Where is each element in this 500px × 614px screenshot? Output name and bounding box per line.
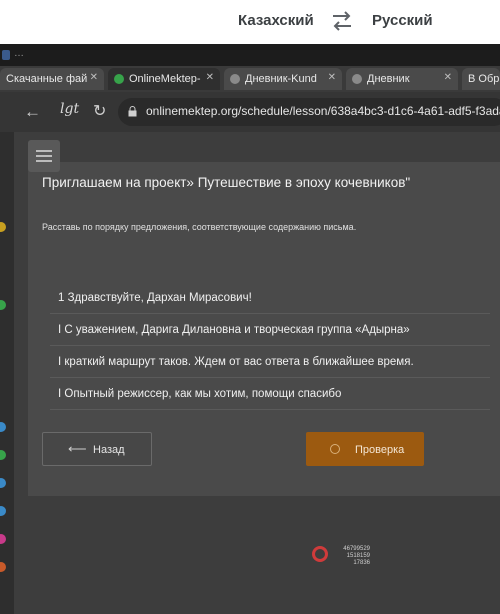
tab-label: Скачанные фай <box>6 73 88 85</box>
status-strip <box>0 44 500 66</box>
hamburger-line <box>36 160 52 162</box>
answer-item[interactable]: 1 Здравствуйте, Дархан Мирасович! <box>50 286 490 314</box>
diary-icon <box>352 74 362 84</box>
answer-item[interactable]: I краткий маршрут таков. Ждем от вас отв… <box>50 350 490 378</box>
lock-icon <box>128 106 137 117</box>
close-icon[interactable]: ✕ <box>90 72 98 83</box>
close-icon[interactable]: ✕ <box>206 72 214 83</box>
hamburger-line <box>36 150 52 152</box>
extension-icon[interactable]: lgt <box>60 101 79 117</box>
tab-label: В Обр <box>468 73 500 85</box>
tab-obr[interactable]: В Обр <box>462 68 500 90</box>
answer-item[interactable]: I С уважением, Дарига Дилановна и творче… <box>50 318 490 346</box>
tab-dnevnik[interactable]: Дневник ✕ <box>346 68 458 90</box>
tab-onlinemektep[interactable]: OnlineMektep- ✕ <box>108 68 220 90</box>
tab-dnevnik-kundelik[interactable]: Дневник-Kund ✕ <box>224 68 342 90</box>
check-circle-icon <box>330 444 340 454</box>
lesson-title: Приглашаем на проект» Путешествие в эпох… <box>42 175 411 190</box>
watermark-line: 1518159 <box>346 553 370 559</box>
status-text: … <box>14 48 24 59</box>
tab-label: Дневник-Kund <box>245 73 317 85</box>
hamburger-line <box>36 155 52 157</box>
answer-item[interactable]: I Опытный режиссер, как мы хотим, помощи… <box>50 382 490 410</box>
task-instruction: Расставь по порядку предложения, соответ… <box>42 222 357 232</box>
source-language-button[interactable]: Казахский <box>238 12 314 29</box>
tab-downloads[interactable]: Скачанные фай ✕ <box>0 68 104 90</box>
watermark-line: 17836 <box>353 560 370 566</box>
diary-icon <box>230 74 240 84</box>
target-language-button[interactable]: Русский <box>372 12 433 29</box>
url-text[interactable]: onlinemektep.org/schedule/lesson/638a4bc… <box>146 104 500 118</box>
onlinemektep-icon <box>114 74 124 84</box>
back-button-label: Назад <box>93 444 125 456</box>
reload-icon[interactable]: ↻ <box>93 101 106 121</box>
back-arrow-icon[interactable]: ← <box>24 102 41 122</box>
swap-languages-icon[interactable] <box>330 10 354 32</box>
tab-label: OnlineMektep- <box>129 73 201 85</box>
watermark-line: 46799529 <box>343 546 370 552</box>
answer-text: 1 Здравствуйте, Дархан Мирасович! <box>58 292 252 304</box>
answer-text: I краткий маршрут таков. Ждем от вас отв… <box>58 356 414 368</box>
arrow-left-icon: ⟵ <box>68 441 87 456</box>
watermark-logo <box>312 546 328 562</box>
check-button-label: Проверка <box>355 444 405 456</box>
answer-text: I Опытный режиссер, как мы хотим, помощи… <box>58 388 342 400</box>
app-icon <box>2 50 10 60</box>
close-icon[interactable]: ✕ <box>328 72 336 83</box>
watermark-text: 46799529 1518159 17836 <box>334 546 370 567</box>
close-icon[interactable]: ✕ <box>444 72 452 83</box>
tab-label: Дневник <box>367 73 410 85</box>
answer-text: I С уважением, Дарига Дилановна и творче… <box>58 324 410 336</box>
menu-button[interactable] <box>28 140 60 172</box>
